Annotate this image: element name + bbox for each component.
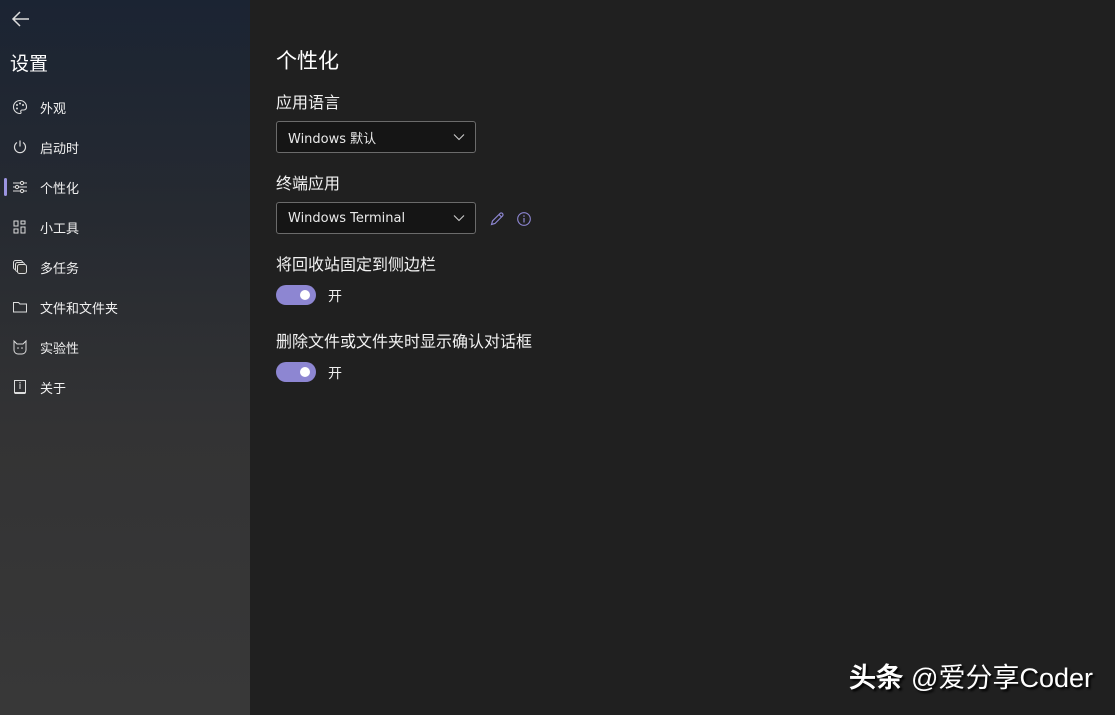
sliders-icon <box>12 179 28 195</box>
sidebar: 设置 外观 启动时 个性化 小工具 多任务 文件和文件夹 实验性 关于 <box>0 0 250 715</box>
page-title: 个性化 <box>276 49 339 73</box>
dropdown-value: Windows Terminal <box>288 210 406 226</box>
main-panel: 个性化 应用语言 Windows 默认 终端应用 Windows Termina… <box>250 0 1115 715</box>
cat-icon <box>12 339 28 355</box>
sidebar-item-files-folders[interactable]: 文件和文件夹 <box>0 289 250 325</box>
sidebar-item-personalization[interactable]: 个性化 <box>0 169 250 205</box>
toggle-knob <box>300 290 310 300</box>
chevron-down-icon <box>453 134 465 141</box>
sidebar-item-label: 关于 <box>40 381 67 397</box>
sidebar-item-label: 文件和文件夹 <box>40 301 119 317</box>
sidebar-item-widgets[interactable]: 小工具 <box>0 209 250 245</box>
folder-icon <box>12 299 28 315</box>
watermark: 头条 @爱分享Coder <box>849 656 1093 695</box>
terminal-app-dropdown[interactable]: Windows Terminal <box>276 202 476 234</box>
dropdown-value: Windows 默认 <box>288 131 377 147</box>
sidebar-item-label: 个性化 <box>40 181 80 197</box>
watermark-brand: 头条 <box>849 663 904 693</box>
info-icon[interactable] <box>516 211 532 227</box>
sidebar-item-label: 启动时 <box>40 141 80 157</box>
chevron-down-icon <box>453 215 465 222</box>
terminal-app-label: 终端应用 <box>276 174 341 193</box>
widgets-icon <box>12 219 28 235</box>
sidebar-item-experimental[interactable]: 实验性 <box>0 329 250 365</box>
sidebar-item-multitask[interactable]: 多任务 <box>0 249 250 285</box>
confirm-delete-toggle[interactable] <box>276 362 316 382</box>
sidebar-item-label: 外观 <box>40 101 67 117</box>
multitask-icon <box>12 259 28 275</box>
sidebar-item-about[interactable]: 关于 <box>0 369 250 405</box>
app-language-dropdown[interactable]: Windows 默认 <box>276 121 476 153</box>
sidebar-item-label: 实验性 <box>40 341 80 357</box>
power-icon <box>12 139 28 155</box>
selected-indicator <box>4 178 7 196</box>
app-language-label: 应用语言 <box>276 93 341 112</box>
toggle-state-label: 开 <box>328 366 342 382</box>
toggle-state-label: 开 <box>328 289 342 305</box>
settings-title: 设置 <box>10 53 49 75</box>
back-arrow-icon[interactable] <box>10 8 32 30</box>
confirm-delete-label: 删除文件或文件夹时显示确认对话框 <box>276 332 533 351</box>
sidebar-item-label: 多任务 <box>40 261 80 277</box>
sidebar-item-label: 小工具 <box>40 221 80 237</box>
toggle-knob <box>300 367 310 377</box>
pin-recycle-bin-label: 将回收站固定到侧边栏 <box>276 255 437 274</box>
sidebar-item-appearance[interactable]: 外观 <box>0 89 250 125</box>
pin-recycle-bin-toggle[interactable] <box>276 285 316 305</box>
edit-pencil-icon[interactable] <box>489 211 505 227</box>
info-book-icon <box>12 379 28 395</box>
watermark-handle: @爱分享Coder <box>911 663 1093 693</box>
sidebar-item-startup[interactable]: 启动时 <box>0 129 250 165</box>
palette-icon <box>12 99 28 115</box>
